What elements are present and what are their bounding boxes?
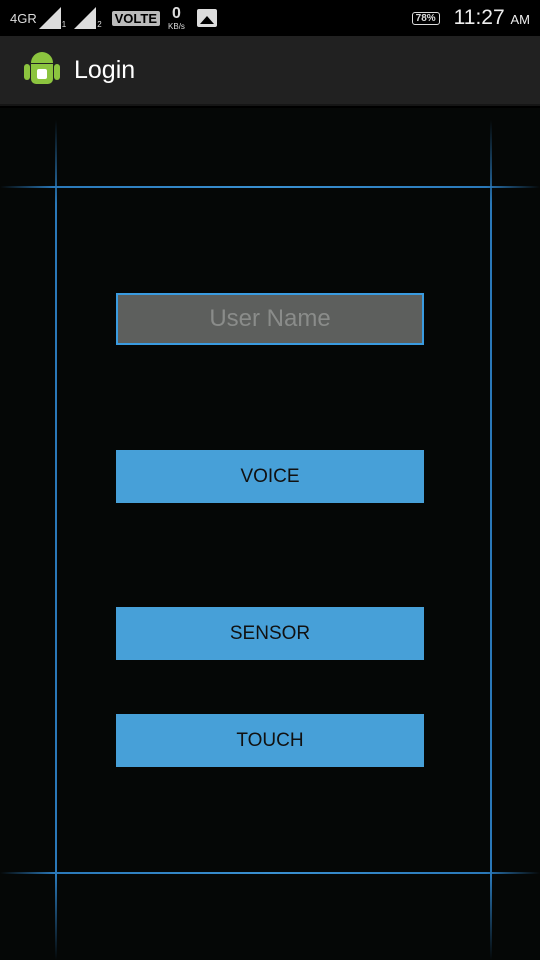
username-field[interactable] — [116, 293, 424, 345]
speed-value: 0 — [172, 4, 181, 22]
frame-line-right — [490, 120, 492, 960]
data-speed: 0 KB/s — [168, 4, 185, 31]
background-frame — [0, 108, 540, 960]
frame-line-bottom — [0, 872, 540, 874]
battery-icon: 78% — [411, 11, 440, 25]
frame-line-top — [0, 186, 540, 188]
voice-button[interactable]: VOICE — [116, 450, 424, 503]
clock-time: 11:27 — [453, 6, 505, 29]
signal-icon-2 — [74, 7, 97, 29]
volte-badge: VOLTE — [111, 10, 161, 26]
speed-unit: KB/s — [168, 21, 185, 31]
touch-button[interactable]: TOUCH — [116, 714, 424, 767]
clock: 11:27 AM — [454, 6, 530, 30]
signal-icon — [38, 7, 61, 29]
page-title: Login — [74, 55, 136, 84]
sim1-label: 1 — [61, 19, 67, 29]
sim2-label: 2 — [97, 19, 102, 29]
sensor-button[interactable]: SENSOR — [116, 607, 424, 660]
clock-ampm: AM — [510, 12, 531, 27]
status-bar: 4GR 1 2 VOLTE 0 KB/s 78% 11:27 AM — [0, 0, 540, 36]
frame-line-left — [55, 120, 57, 960]
username-input[interactable] — [118, 305, 422, 333]
network-type: 4GR — [10, 10, 37, 26]
app-bar: Login — [0, 36, 540, 106]
image-notification-icon — [196, 9, 217, 27]
android-icon — [24, 50, 60, 90]
